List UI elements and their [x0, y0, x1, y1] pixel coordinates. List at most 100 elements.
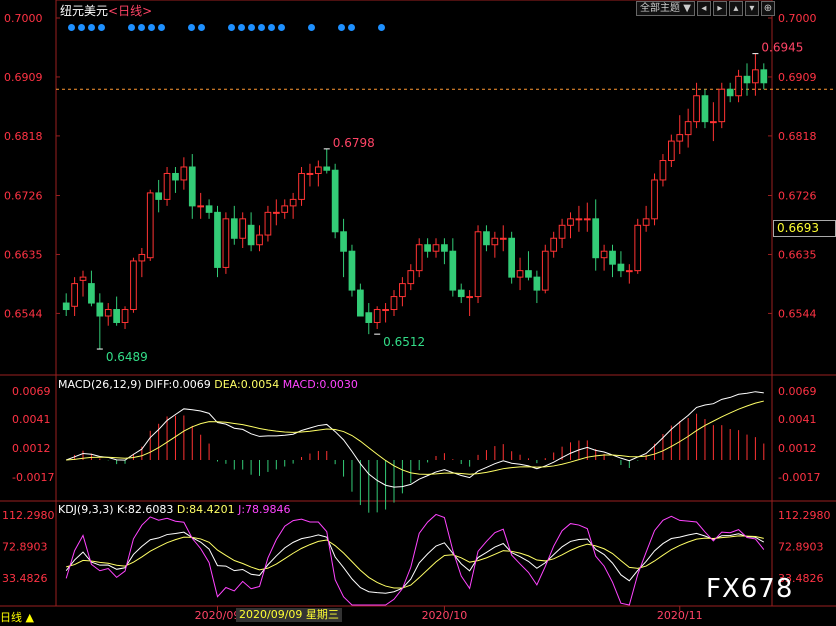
candle: [407, 264, 415, 291]
candle: [743, 63, 751, 96]
candle: [172, 167, 179, 193]
candle: [323, 148, 331, 174]
candle-body: [676, 134, 684, 142]
candle: [390, 290, 398, 317]
candle-body: [499, 237, 507, 240]
candle: [550, 231, 558, 258]
candle: [651, 173, 658, 226]
candle-body: [256, 234, 263, 246]
signal-dot: [158, 24, 165, 31]
candle-body: [710, 121, 717, 124]
candle-body: [508, 237, 516, 278]
signal-dot: [258, 24, 265, 31]
kdj-tick-label-right: 112.2980: [778, 509, 831, 522]
candle-body: [474, 231, 482, 298]
candle-body: [441, 244, 448, 252]
candle: [525, 251, 532, 281]
scroll-left-icon[interactable]: ◂: [696, 1, 711, 16]
low-annotation: 0.6489: [106, 350, 148, 364]
candle-body: [399, 283, 406, 298]
macd-dif-value: DIFF:0.0069: [145, 378, 211, 391]
candle: [365, 303, 373, 335]
signal-dot: [148, 24, 155, 31]
candle: [239, 212, 247, 248]
candle: [256, 225, 263, 252]
candle: [558, 218, 566, 248]
candle-body: [432, 244, 440, 252]
candle: [710, 102, 717, 142]
candle: [567, 212, 574, 239]
candle-body: [491, 237, 499, 246]
candle-body: [62, 302, 70, 311]
signal-dot: [188, 24, 195, 31]
candle-body: [331, 169, 339, 233]
candle: [541, 244, 549, 294]
candle: [264, 205, 272, 242]
candle: [113, 296, 120, 326]
candle-body: [752, 69, 759, 84]
candle: [575, 205, 583, 232]
period-button[interactable]: 日线 ▲: [0, 609, 34, 625]
all-themes-button[interactable]: 全部主题 ▼: [636, 1, 695, 16]
candle: [516, 257, 524, 291]
candle: [701, 89, 709, 129]
price-tick-label-left: 0.6635: [4, 248, 43, 261]
candle-body: [188, 166, 196, 207]
candle-body: [96, 302, 104, 317]
candle: [104, 303, 112, 326]
candle-body: [365, 312, 373, 323]
candle-body: [735, 75, 742, 97]
macd-dea-value: DEA:0.0054: [214, 378, 280, 391]
candle: [373, 306, 381, 329]
candle-body: [424, 244, 431, 252]
candle-body: [651, 179, 658, 220]
candle-body: [298, 172, 305, 200]
candle-body: [483, 231, 490, 246]
candle-body: [88, 283, 95, 304]
candle-body: [718, 88, 726, 123]
candle-body: [457, 289, 465, 298]
candle: [583, 202, 591, 232]
candle: [483, 225, 490, 252]
candle: [247, 212, 255, 252]
candle: [424, 238, 431, 258]
chart-canvas[interactable]: 0.7000 0.7000 0.6909 0.6909 0.6818 0.6818 0.67…: [0, 0, 836, 626]
candle-body: [155, 192, 163, 200]
zoom-in-icon[interactable]: ▴: [728, 1, 743, 16]
candle: [617, 251, 625, 278]
kdj-name: KDJ(9,3,3): [58, 503, 114, 516]
scroll-right-icon[interactable]: ▸: [712, 1, 727, 16]
price-tick-label-right: 0.6635: [778, 248, 817, 261]
candle-body: [449, 250, 457, 291]
candle: [197, 192, 205, 219]
add-indicator-icon[interactable]: ⊕: [760, 1, 775, 16]
macd-legend: MACD(26,12,9) DIFF:0.0069 DEA:0.0054 MAC…: [58, 378, 358, 391]
signal-dot: [268, 24, 275, 31]
candle: [600, 244, 608, 271]
current-price-tag: 0.6693: [773, 220, 836, 237]
zoom-out-icon[interactable]: ▾: [744, 1, 759, 16]
candle-body: [289, 198, 297, 207]
candle-body: [121, 309, 129, 323]
candle: [214, 205, 221, 278]
candle-body: [743, 75, 751, 84]
candle-body: [390, 296, 398, 311]
candle-body: [382, 309, 389, 312]
candle: [331, 163, 339, 239]
macd-tick-label-left: 0.0012: [12, 442, 51, 455]
candle: [96, 293, 104, 350]
candle-body: [323, 166, 331, 171]
candle-body: [104, 309, 112, 317]
dropdown-arrow-icon: ▼: [683, 3, 691, 14]
candle: [71, 277, 78, 317]
candle-body: [583, 218, 591, 221]
chart-title: 纽元美元<日线>: [60, 2, 152, 19]
price-tick-label-left: 0.6544: [4, 307, 43, 320]
candle-body: [314, 166, 322, 174]
macd-name: MACD(26,12,9): [58, 378, 142, 391]
period-tag[interactable]: <日线>: [108, 4, 152, 18]
candle-body: [272, 211, 280, 214]
candle-body: [71, 283, 78, 307]
candle: [449, 238, 457, 297]
candle-body: [348, 250, 356, 291]
